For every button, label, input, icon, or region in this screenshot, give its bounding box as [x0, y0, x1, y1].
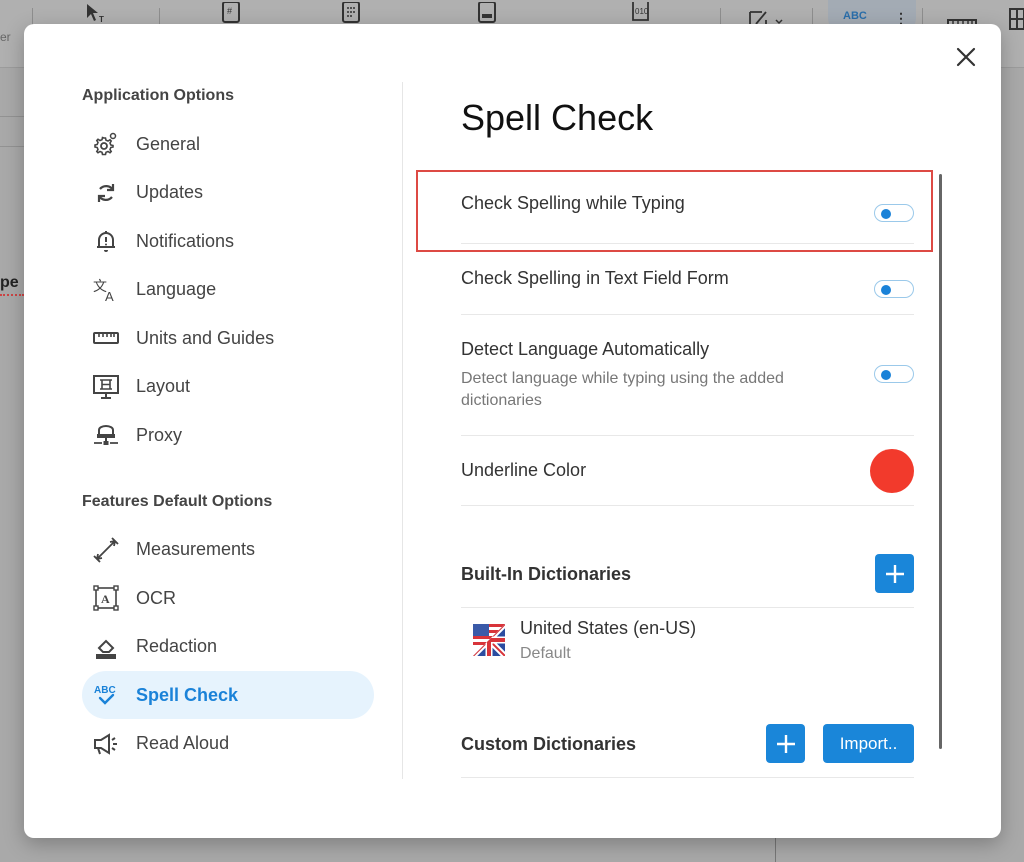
application-options-heading: Application Options [82, 87, 234, 104]
us-uk-flag-icon [473, 624, 505, 656]
sidebar-item-label: Language [136, 279, 217, 299]
add-custom-dictionary-button[interactable] [766, 724, 805, 763]
megaphone-icon [92, 730, 120, 758]
setting-check-spelling-in-text-field-form: Check Spelling in Text Field Form [461, 244, 914, 315]
check-spelling-while-typing-toggle[interactable] [874, 204, 914, 222]
background-divider [775, 838, 776, 862]
measure-arrow-icon [92, 536, 120, 564]
grid-icon [1008, 6, 1024, 32]
ocr-icon: A [92, 584, 120, 612]
toggle-knob [881, 209, 891, 219]
setting-underline-color: Underline Color [461, 436, 914, 506]
sidebar-item-label: Units and Guides [136, 327, 275, 348]
sidebar-item-label: Read Aloud [136, 733, 230, 753]
setting-check-spelling-while-typing: Check Spelling while Typing [461, 168, 914, 244]
document-misspelled-word: pe [0, 274, 19, 291]
background-label-fragment: er [0, 30, 11, 44]
toggle-knob [881, 370, 891, 380]
sidebar-item-layout[interactable]: Layout [82, 363, 374, 411]
import-dictionary-button[interactable]: Import.. [823, 724, 914, 763]
select-text-tool-icon: T [82, 0, 108, 26]
gear-icon [92, 130, 120, 158]
setting-title: Detect Language Automatically [461, 339, 710, 359]
svg-text:010: 010 [635, 7, 649, 16]
sidebar-item-updates[interactable]: Updates [82, 169, 374, 217]
sidebar-item-label: General [136, 133, 201, 154]
spell-check-tool-label: ABC [843, 10, 867, 22]
sidebar-item-units-and-guides[interactable]: Units and Guides [82, 314, 374, 362]
sidebar-item-proxy[interactable]: Proxy [82, 411, 374, 459]
sidebar-divider [402, 82, 403, 779]
monitor-layout-icon [92, 373, 120, 401]
setting-detect-language-automatically: Detect Language Automatically Detect lan… [461, 315, 914, 436]
dictionary-subtitle: Default [520, 645, 571, 662]
built-in-dictionaries-header: Built-In Dictionaries [461, 506, 914, 608]
svg-text:A: A [101, 592, 110, 606]
custom-dictionaries-header: Custom Dictionaries Import.. [461, 676, 914, 778]
underline-color-swatch[interactable] [870, 449, 914, 493]
sidebar-item-label: Spell Check [136, 684, 239, 705]
sidebar-item-language[interactable]: 文A Language [82, 266, 374, 314]
setting-description: Detect language while typing using the a… [461, 370, 784, 409]
background-divider [0, 146, 24, 147]
sidebar-item-label: Updates [136, 182, 204, 202]
close-button[interactable] [953, 44, 979, 70]
svg-text:A: A [105, 289, 114, 303]
sidebar-item-redaction[interactable]: Redaction [82, 623, 374, 671]
sidebar-item-label: Proxy [136, 424, 183, 445]
page-footer-icon [474, 0, 500, 26]
bates-number-icon: 010 [628, 0, 654, 26]
preferences-dialog: Application Options General Updates Noti… [24, 24, 1001, 838]
setting-title: Check Spelling in Text Field Form [461, 268, 729, 288]
dictionary-item-en-us[interactable]: United States (en-US) Default [461, 608, 941, 676]
plus-icon [776, 734, 795, 753]
svg-text:T: T [99, 15, 104, 24]
close-icon [956, 47, 976, 67]
add-built-in-dictionary-button[interactable] [875, 554, 914, 593]
svg-text:#: # [227, 6, 232, 16]
sidebar-item-measurements[interactable]: Measurements [82, 526, 374, 574]
detect-language-automatically-toggle[interactable] [874, 365, 914, 383]
sidebar-item-general[interactable]: General [82, 120, 374, 168]
background-divider [0, 116, 24, 117]
sidebar-item-label: Layout [136, 376, 191, 396]
page-title: Spell Check [461, 97, 654, 138]
refresh-icon [92, 179, 120, 207]
settings-sidebar: Application Options General Updates Noti… [82, 84, 402, 768]
spell-check-panel: Spell Check Check Spelling while Typing … [461, 84, 941, 778]
network-proxy-icon [92, 421, 120, 449]
dictionary-name: United States (en-US) [520, 618, 697, 638]
bell-alert-icon [92, 227, 120, 255]
panel-scrollbar[interactable] [939, 174, 942, 749]
page-number-icon: # [218, 0, 244, 26]
spelling-error-underline [0, 294, 24, 296]
setting-title: Underline Color [461, 460, 587, 480]
sidebar-item-spell-check[interactable]: ABC Spell Check [82, 671, 374, 719]
sidebar-item-label: OCR [136, 587, 176, 608]
ruler-icon [92, 324, 120, 352]
sidebar-item-ocr[interactable]: A OCR [82, 574, 374, 622]
plus-icon [885, 564, 904, 583]
sidebar-item-read-aloud[interactable]: Read Aloud [82, 720, 374, 768]
check-spelling-in-text-field-form-toggle[interactable] [874, 280, 914, 298]
features-default-options-heading: Features Default Options [82, 492, 273, 510]
eraser-icon [92, 633, 120, 661]
sidebar-item-label: Notifications [136, 230, 235, 251]
translate-icon: 文A [92, 276, 120, 304]
toggle-knob [881, 285, 891, 295]
calculator-icon [338, 0, 364, 26]
sidebar-item-notifications[interactable]: Notifications [82, 217, 374, 265]
built-in-dictionaries-title: Built-In Dictionaries [461, 564, 632, 584]
sidebar-item-label: Redaction [136, 636, 218, 656]
spell-check-icon: ABC [92, 681, 120, 709]
setting-title: Check Spelling while Typing [461, 193, 685, 213]
sidebar-item-label: Measurements [136, 539, 256, 559]
